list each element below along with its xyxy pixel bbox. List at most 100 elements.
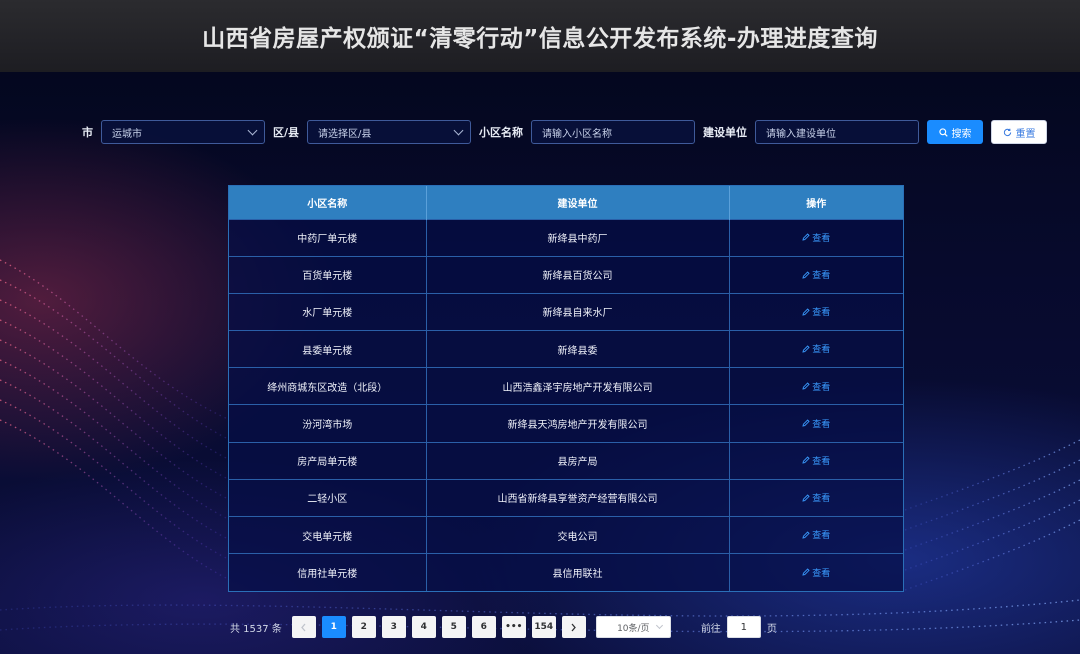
district-select[interactable]: 请选择区/县 <box>307 120 472 144</box>
goto-label: 前往 <box>700 623 721 635</box>
table-row: 交电单元楼 交电公司 查看 <box>229 515 903 554</box>
table-header-row: 小区名称 建设单位 操作 <box>229 186 903 219</box>
table-row: 信用社单元楼 县信用联社 查看 <box>229 553 903 591</box>
page-button[interactable]: 154 <box>531 616 556 638</box>
view-link-label: 查看 <box>812 308 831 319</box>
view-link-label: 查看 <box>812 233 831 244</box>
total-count: 共 1537 条 <box>230 623 282 635</box>
column-header-action: 操作 <box>729 186 903 219</box>
search-button[interactable]: 搜索 <box>927 120 984 144</box>
action-cell: 查看 <box>729 218 903 257</box>
view-link-label: 查看 <box>812 382 831 393</box>
edit-icon <box>802 233 810 241</box>
builder-cell: 新绛县自来水厂 <box>426 292 730 331</box>
filter-bar: 市 运城市 区/县 请选择区/县 小区名称 请输入小区名称 建设单位 请输入建设… <box>82 119 1048 145</box>
chevron-right-icon <box>571 623 577 631</box>
chevron-down-icon <box>247 125 258 136</box>
page-size-value: 10条/页 <box>617 623 650 634</box>
builder-cell: 山西省新绛县享誉资产经营有限公司 <box>426 478 730 517</box>
edit-icon <box>802 308 810 316</box>
chevron-down-icon <box>655 621 663 630</box>
page-button[interactable]: 4 <box>411 616 436 638</box>
action-cell: 查看 <box>729 478 903 517</box>
table-row: 百货单元楼 新绛县百货公司 查看 <box>229 255 903 294</box>
city-select[interactable]: 运城市 <box>101 120 265 144</box>
action-cell: 查看 <box>729 404 903 443</box>
view-link-label: 查看 <box>812 419 831 430</box>
reset-button[interactable]: 重置 <box>991 120 1048 144</box>
community-name-cell: 水厂单元楼 <box>229 292 427 331</box>
action-cell: 查看 <box>729 292 903 331</box>
builder-cell: 县信用联社 <box>426 553 730 591</box>
table-row: 二轻小区 山西省新绛县享誉资产经营有限公司 查看 <box>229 478 903 517</box>
results-table: 小区名称 建设单位 操作 中药厂单元楼 新绛县中药厂 查看 百货单元楼 新绛县百货公司查… <box>228 185 904 592</box>
table-row: 水厂单元楼 新绛县自来水厂 查看 <box>229 292 903 331</box>
view-link[interactable]: 查看 <box>802 268 830 281</box>
more-pages-button[interactable]: ••• <box>501 616 526 638</box>
refresh-icon <box>1003 128 1011 136</box>
table-row: 房产局单元楼 县房产局 查看 <box>229 441 903 480</box>
city-select-value: 运城市 <box>112 128 142 140</box>
builder-input[interactable]: 请输入建设单位 <box>755 120 920 144</box>
builder-cell: 新绛县天鸿房地产开发有限公司 <box>426 404 730 443</box>
view-link[interactable]: 查看 <box>802 454 830 467</box>
prev-page-button[interactable] <box>291 616 316 638</box>
view-link[interactable]: 查看 <box>802 491 830 504</box>
chevron-left-icon <box>301 623 306 631</box>
column-header-builder: 建设单位 <box>426 186 730 219</box>
edit-icon <box>802 456 810 465</box>
table-row: 县委单元楼 新绛县委 查看 <box>229 330 903 368</box>
community-name-cell: 交电单元楼 <box>229 515 427 554</box>
district-select-placeholder: 请选择区/县 <box>318 128 372 140</box>
view-link[interactable]: 查看 <box>802 305 830 318</box>
view-link[interactable]: 查看 <box>802 342 830 355</box>
table-row: 中药厂单元楼 新绛县中药厂 查看 <box>229 218 903 257</box>
reset-button-label: 重置 <box>1015 128 1036 140</box>
header-bar: 山西省房屋产权颁证“清零行动”信息公开发布系统-办理进度查询 <box>0 0 1080 72</box>
builder-cell: 新绛县委 <box>426 330 730 368</box>
community-name-cell: 县委单元楼 <box>229 330 427 368</box>
community-input[interactable]: 请输入小区名称 <box>531 120 696 144</box>
page-button[interactable]: 2 <box>351 616 376 638</box>
community-name-cell: 房产局单元楼 <box>229 441 427 480</box>
builder-cell: 县房产局 <box>426 441 730 480</box>
builder-cell: 交电公司 <box>426 515 730 554</box>
community-name-cell: 绛州商城东区改造（北段） <box>229 367 427 405</box>
page-size-select[interactable]: 10条/页 <box>595 616 671 638</box>
page-button[interactable]: 5 <box>441 616 466 638</box>
community-label: 小区名称 <box>479 126 524 139</box>
city-label: 市 <box>82 126 93 139</box>
view-link[interactable]: 查看 <box>802 231 830 244</box>
action-cell: 查看 <box>729 441 903 480</box>
goto-page-input[interactable]: 1 <box>726 616 761 638</box>
page-button[interactable]: 6 <box>471 616 496 638</box>
table-row: 汾河湾市场 新绛县天鸿房地产开发有限公司 查看 <box>229 404 903 443</box>
builder-cell: 山西浩鑫泽宇房地产开发有限公司 <box>426 367 730 405</box>
builder-input-placeholder: 请输入建设单位 <box>766 128 837 140</box>
edit-icon <box>802 345 810 353</box>
community-name-cell: 汾河湾市场 <box>229 404 427 443</box>
view-link-label: 查看 <box>812 345 831 356</box>
view-link-label: 查看 <box>812 456 831 467</box>
search-icon <box>938 127 948 137</box>
view-link[interactable]: 查看 <box>802 417 830 430</box>
view-link[interactable]: 查看 <box>802 566 830 579</box>
builder-cell: 新绛县中药厂 <box>426 218 730 257</box>
page-suffix: 页 <box>766 623 777 635</box>
page-title: 山西省房屋产权颁证“清零行动”信息公开发布系统-办理进度查询 <box>202 26 878 52</box>
view-link-label: 查看 <box>812 568 831 579</box>
community-name-cell: 中药厂单元楼 <box>229 218 427 257</box>
column-header-community: 小区名称 <box>229 186 427 219</box>
page-button[interactable]: 1 <box>321 616 346 638</box>
edit-icon <box>802 419 810 427</box>
page-button[interactable]: 3 <box>381 616 406 638</box>
edit-icon <box>802 531 810 539</box>
page-number-list: 1 2 3 4 5 6 ••• 154 <box>321 616 562 638</box>
search-button-label: 搜索 <box>951 128 972 140</box>
action-cell: 查看 <box>729 255 903 294</box>
community-name-cell: 二轻小区 <box>229 478 427 517</box>
pagination: 共 1537 条 1 2 3 4 5 6 ••• 154 10条/页 前往 1 页 <box>230 616 783 638</box>
view-link[interactable]: 查看 <box>802 380 830 393</box>
view-link[interactable]: 查看 <box>802 528 830 541</box>
next-page-button[interactable] <box>561 616 586 638</box>
